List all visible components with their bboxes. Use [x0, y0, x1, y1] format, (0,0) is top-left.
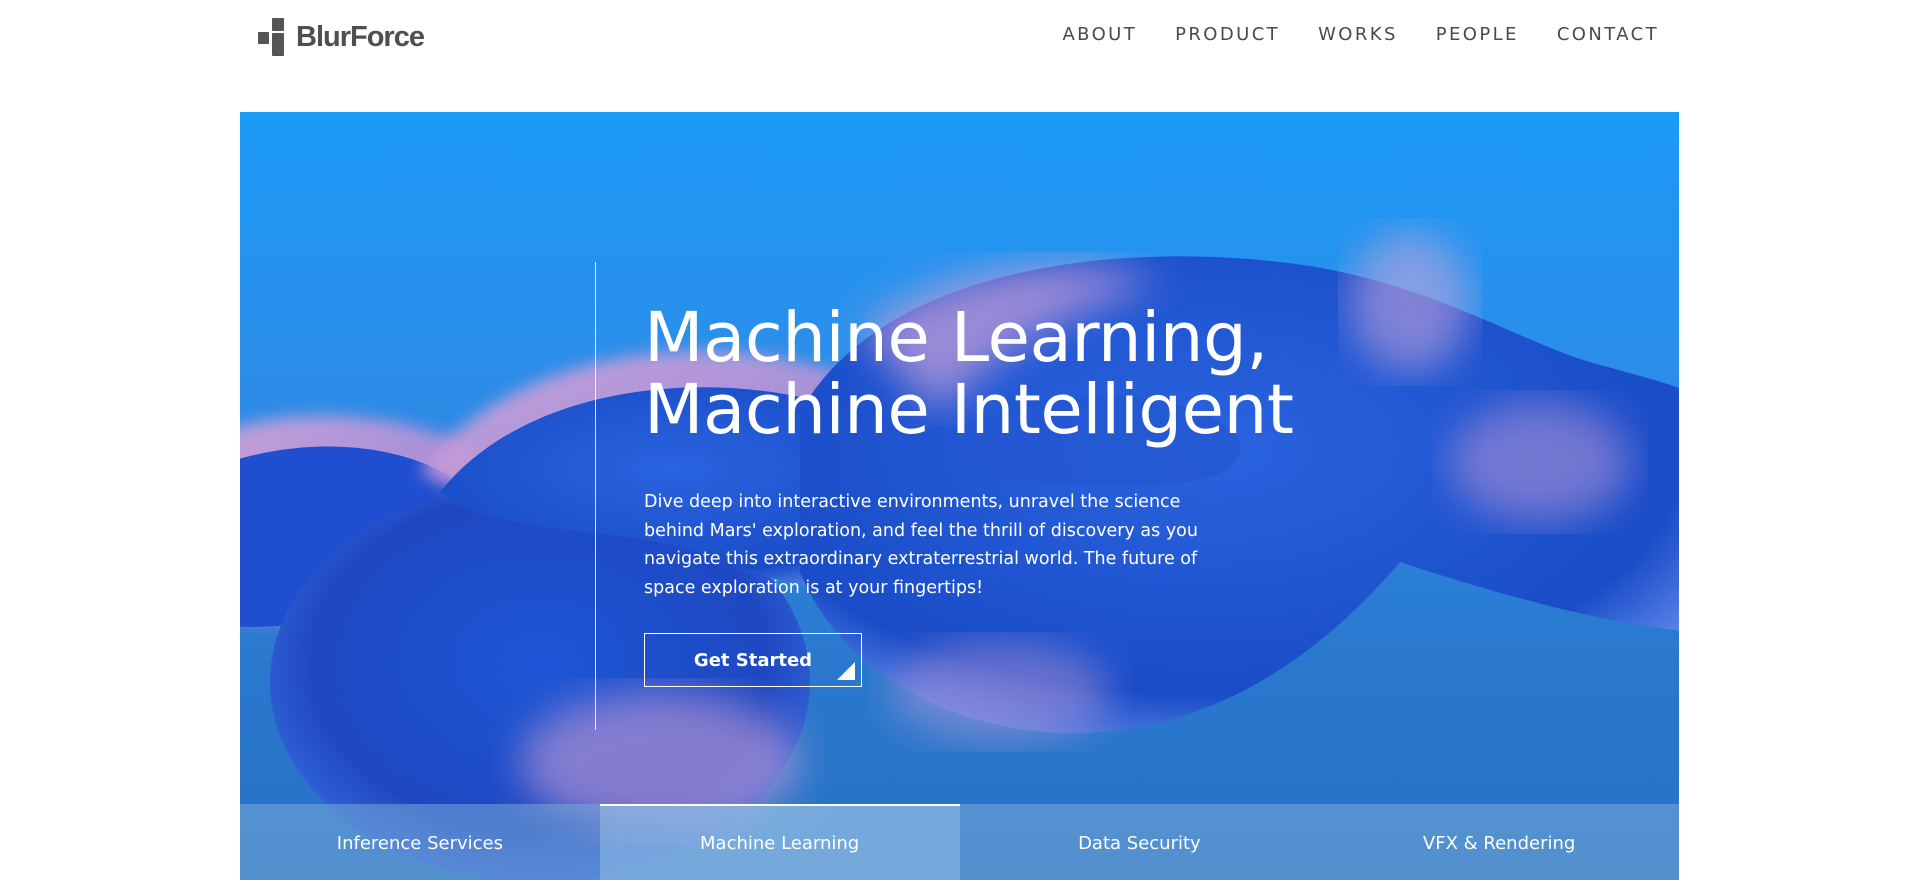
tab-data-security[interactable]: Data Security [960, 804, 1320, 880]
corner-triangle-icon [837, 662, 855, 680]
brand-logo[interactable]: BlurForce [258, 18, 425, 56]
hero-title-line2: Machine Intelligent [644, 370, 1294, 450]
hero-title-line1: Machine Learning, [644, 298, 1268, 378]
tab-machine-learning[interactable]: Machine Learning [599, 804, 960, 880]
brand-name: BlurForce [296, 20, 425, 53]
nav-item-people[interactable]: PEOPLE [1436, 24, 1519, 45]
main-nav: ABOUT PRODUCT WORKS PEOPLE CONTACT [1062, 24, 1659, 45]
hero-description: Dive deep into interactive environments,… [644, 492, 1198, 599]
get-started-label: Get Started [693, 649, 813, 671]
nav-item-product[interactable]: PRODUCT [1175, 24, 1280, 45]
nav-item-contact[interactable]: CONTACT [1557, 24, 1659, 45]
blocks-logo-icon [258, 18, 284, 56]
hero-section: Machine Learning, Machine Intelligent Di… [240, 112, 1679, 880]
tab-inference-services[interactable]: Inference Services [240, 804, 600, 880]
nav-item-works[interactable]: WORKS [1318, 24, 1398, 45]
site-header: BlurForce ABOUT PRODUCT WORKS PEOPLE CON… [0, 0, 1920, 112]
hero-divider [595, 262, 596, 730]
service-tabs: Inference Services Machine Learning Data… [240, 804, 1679, 880]
tab-vfx-rendering[interactable]: VFX & Rendering [1319, 804, 1679, 880]
nav-item-about[interactable]: ABOUT [1062, 24, 1137, 45]
hero-title: Machine Learning, Machine Intelligent [644, 298, 1294, 450]
get-started-button[interactable]: Get Started [644, 633, 862, 687]
